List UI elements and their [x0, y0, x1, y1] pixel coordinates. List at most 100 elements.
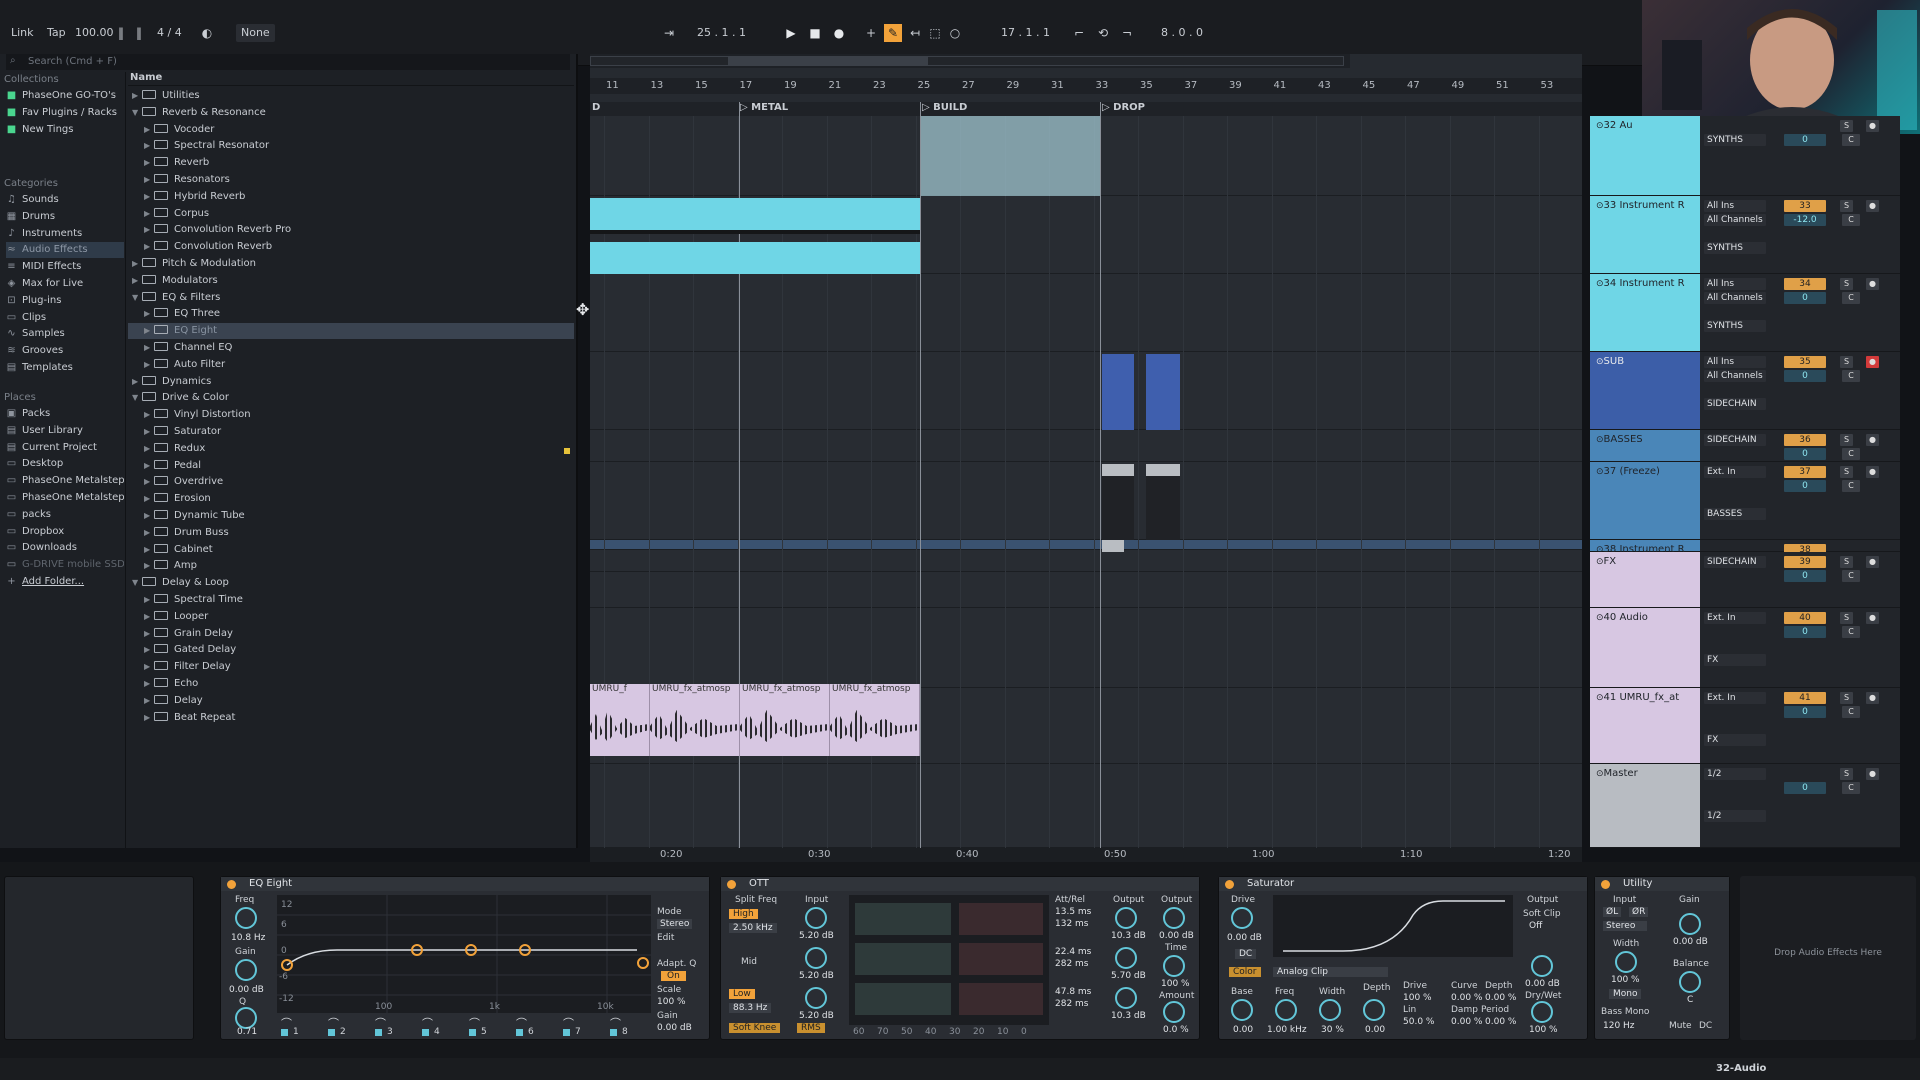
browser-search-input[interactable]: Search (Cmd + F)	[6, 54, 570, 70]
pan-field[interactable]: C	[1842, 706, 1860, 718]
output-select[interactable]: FX	[1704, 654, 1766, 666]
sat-dc-toggle[interactable]: DC	[1235, 949, 1257, 959]
punch-out-icon[interactable]: ¬	[1118, 24, 1136, 42]
collapsed-icon[interactable]: ▶	[144, 172, 154, 188]
ott-title[interactable]: OTT	[721, 877, 1199, 891]
solo-button[interactable]: S	[1840, 434, 1853, 446]
device-on-icon[interactable]	[1601, 880, 1610, 889]
browser-item[interactable]: ▶ Saturator	[128, 424, 574, 440]
collapsed-icon[interactable]: ▶	[144, 306, 154, 322]
ott-input-low-value[interactable]: 5.20 dB	[799, 1011, 834, 1021]
ott-attack-high[interactable]: 13.5 ms	[1055, 907, 1091, 917]
util-width-value[interactable]: 100 %	[1611, 975, 1640, 985]
arrangement-overview[interactable]	[590, 54, 1350, 68]
eq-q-knob[interactable]	[235, 1007, 257, 1029]
output-select[interactable]: SIDECHAIN	[1704, 398, 1766, 410]
audio-clip[interactable]: UMRU_fx_atmosp	[830, 684, 920, 756]
midi-clip[interactable]	[1146, 354, 1180, 430]
ott-release-low[interactable]: 282 ms	[1055, 999, 1089, 1009]
ott-main-output-value[interactable]: 0.00 dB	[1159, 931, 1194, 941]
loop-length-field[interactable]: 8 . 0 . 0	[1156, 24, 1208, 42]
browser-item[interactable]: ▶ Hybrid Reverb	[128, 189, 574, 205]
eq-q-value[interactable]: 0.71	[237, 1027, 257, 1037]
category-audio-effects[interactable]: ≈ Audio Effects	[6, 242, 124, 259]
collapsed-icon[interactable]: ▶	[144, 323, 154, 339]
track-activator[interactable]: 35	[1784, 356, 1826, 368]
pan-field[interactable]: C	[1842, 292, 1860, 304]
browser-item[interactable]: ▶ Auto Filter	[128, 357, 574, 373]
collapsed-icon[interactable]: ▶	[144, 491, 154, 507]
ott-input-mid-value[interactable]: 5.20 dB	[799, 971, 834, 981]
collapsed-icon[interactable]: ▶	[144, 609, 154, 625]
eq-outgain-value[interactable]: 0.00 dB	[657, 1023, 692, 1033]
collapsed-icon[interactable]: ▶	[144, 676, 154, 692]
drop-area[interactable]: Drop Audio Effects Here	[1740, 876, 1916, 1040]
ott-output-low-value[interactable]: 10.3 dB	[1111, 1011, 1146, 1021]
sat-width-knob[interactable]	[1319, 999, 1341, 1021]
sat-type-select[interactable]: Analog Clip	[1273, 967, 1388, 977]
browser-item[interactable]: ▶ Utilities	[128, 88, 574, 104]
track-header[interactable]: ⊙ BASSES SIDECHAIN 36 0 C S ●	[1590, 430, 1900, 462]
sat-width-value[interactable]: 30 %	[1321, 1025, 1344, 1035]
nudge-up-icon[interactable]: ‖	[130, 24, 148, 42]
category-drums[interactable]: ▦ Drums	[6, 209, 124, 225]
track-name-area[interactable]: ⊙ 37 (Freeze)	[1590, 462, 1700, 539]
output-select[interactable]: SYNTHS	[1704, 242, 1766, 254]
pan-field[interactable]: C	[1842, 626, 1860, 638]
fold-icon[interactable]: ⊙	[1596, 693, 1604, 703]
play-icon[interactable]: ▶	[782, 24, 800, 42]
input-type-select[interactable]: All Ins	[1704, 200, 1766, 212]
output-select[interactable]: SYNTHS	[1704, 320, 1766, 332]
saturator-title[interactable]: Saturator	[1219, 877, 1587, 891]
eq-band-button[interactable]: ⌒ 7	[559, 1017, 601, 1039]
arm-button[interactable]: ●	[1866, 120, 1879, 132]
track-header[interactable]: ⊙ 40 Audio Ext. In FX 40 0 C S ●	[1590, 608, 1900, 688]
record-icon[interactable]: ●	[830, 24, 848, 42]
track-header[interactable]: ⊙ SUB All Ins All Channels SIDECHAIN 35 0 C S ●	[1590, 352, 1900, 430]
output-select[interactable]: FX	[1704, 734, 1766, 746]
capture-icon[interactable]: ⬚	[926, 24, 944, 42]
expanded-icon[interactable]: ▼	[132, 575, 142, 591]
ott-output-high-knob[interactable]	[1115, 907, 1137, 929]
browser-item[interactable]: ▶ Vocoder	[128, 122, 574, 138]
volume-field[interactable]: 0	[1784, 370, 1826, 382]
volume-field[interactable]: 0	[1784, 626, 1826, 638]
track-name-area[interactable]: ⊙ FX	[1590, 552, 1700, 607]
track-activator[interactable]: 40	[1784, 612, 1826, 624]
eq-freq-value[interactable]: 10.8 Hz	[231, 933, 265, 943]
link-button[interactable]: Link	[6, 24, 39, 42]
sat-drywet-knob[interactable]	[1531, 1001, 1553, 1023]
track-activator[interactable]: 34	[1784, 278, 1826, 290]
collapsed-icon[interactable]: ▶	[144, 189, 154, 205]
collapsed-icon[interactable]: ▶	[132, 256, 142, 272]
solo-button[interactable]: S	[1840, 768, 1853, 780]
util-bassmono-freq[interactable]: 120 Hz	[1603, 1021, 1635, 1031]
pan-field[interactable]: C	[1842, 448, 1860, 460]
band-on-icon[interactable]	[422, 1029, 429, 1036]
collapsed-icon[interactable]: ▶	[144, 340, 154, 356]
browser-item[interactable]: ▶ Spectral Time	[128, 592, 574, 608]
collapsed-icon[interactable]: ▶	[144, 122, 154, 138]
input-channel-select[interactable]: All Channels	[1704, 292, 1766, 304]
input-type-select[interactable]: SIDECHAIN	[1704, 556, 1766, 568]
input-type-select[interactable]: All Ins	[1704, 356, 1766, 368]
category-instruments[interactable]: ♪ Instruments	[6, 226, 124, 242]
util-phase-left-toggle[interactable]: ØL	[1603, 907, 1622, 917]
track-header[interactable]: ⊙ Master 1/2 1/2 0 C S ●	[1590, 764, 1900, 848]
browser-item[interactable]: ▶ Delay	[128, 693, 574, 709]
eq-gain-value[interactable]: 0.00 dB	[229, 985, 264, 995]
track-activator[interactable]: 36	[1784, 434, 1826, 446]
sat-base-knob[interactable]	[1231, 999, 1253, 1021]
place-item[interactable]: ▭ PhaseOne Metalstep	[6, 473, 124, 489]
eq-display[interactable]: 12 6 0 -6 -12 100 1k 10k	[277, 895, 651, 1013]
ott-time-knob[interactable]	[1163, 955, 1185, 977]
sat-freq-value[interactable]: 1.00 kHz	[1267, 1025, 1307, 1035]
browser-item[interactable]: ▶ Spectral Resonator	[128, 138, 574, 154]
audio-clip[interactable]: UMRU_fx_atmosp	[740, 684, 830, 756]
ott-time-value[interactable]: 100 %	[1161, 979, 1190, 989]
ott-softknee-toggle[interactable]: Soft Knee	[729, 1023, 781, 1033]
browser-item[interactable]: ▶ Redux	[128, 441, 574, 457]
locator-metal[interactable]: ▷ METAL	[740, 102, 788, 113]
browser-item[interactable]: ▶ Drum Buss	[128, 525, 574, 541]
input-type-select[interactable]: Ext. In	[1704, 466, 1766, 478]
